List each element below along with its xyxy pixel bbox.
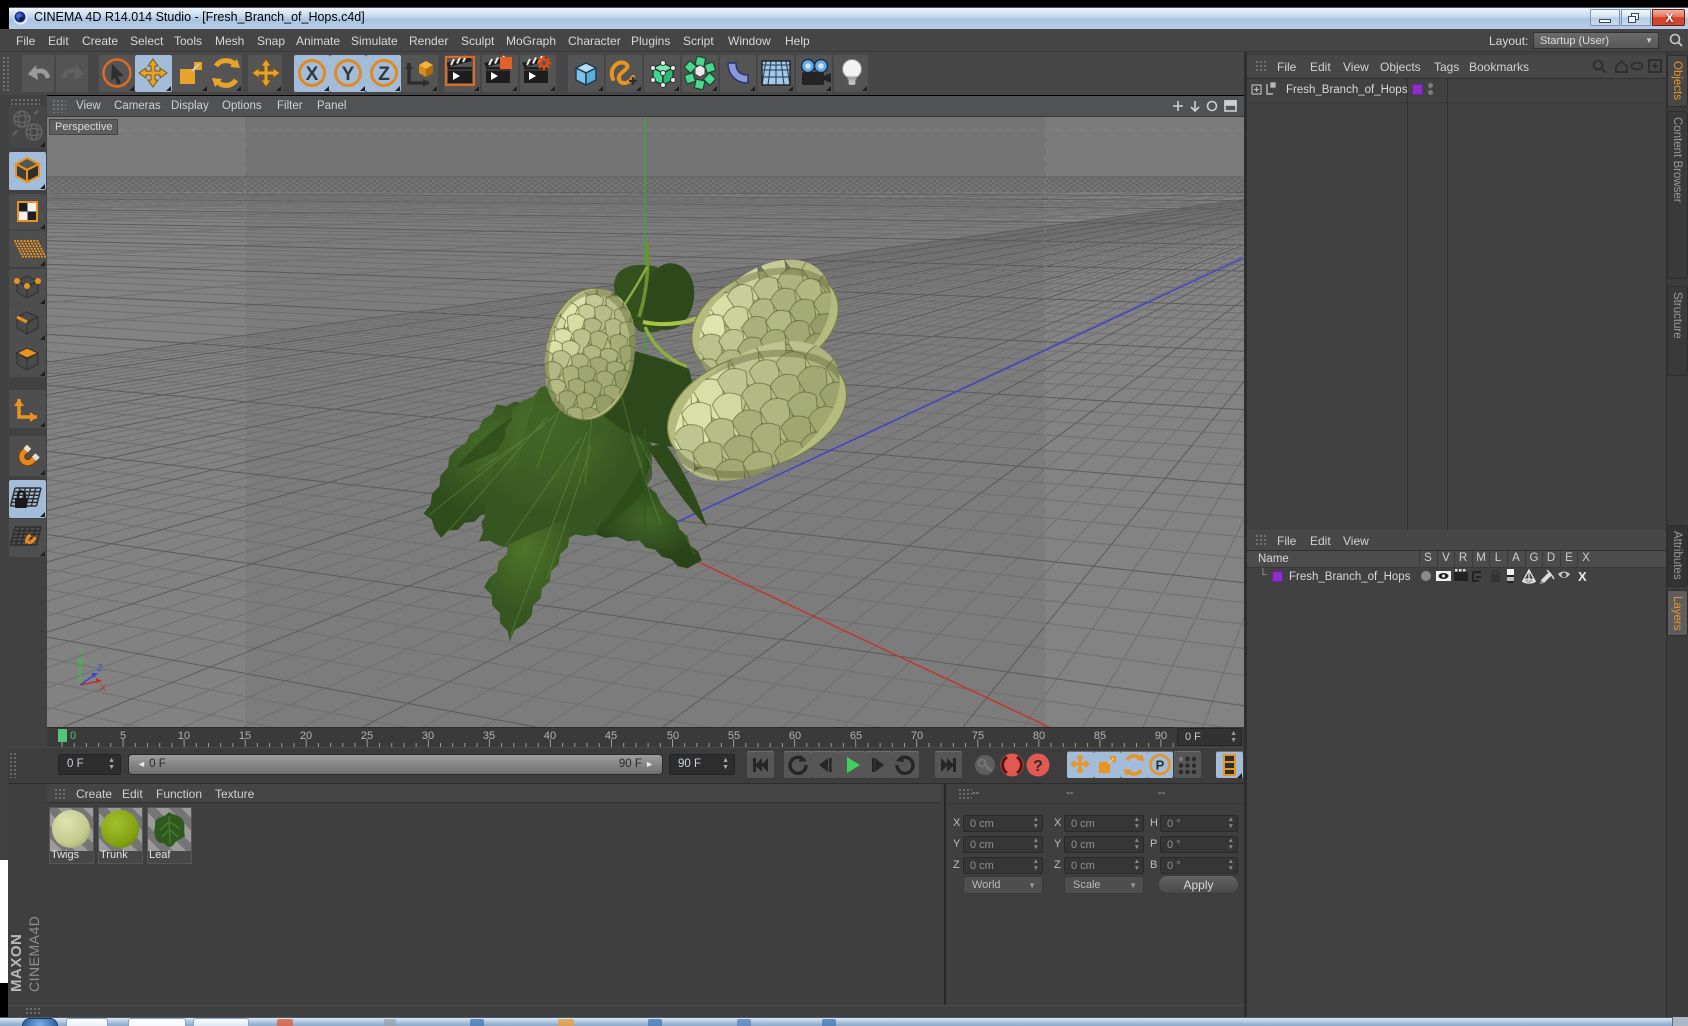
svg-text:0: 0: [70, 730, 76, 742]
svg-text:?: ?: [1033, 758, 1043, 775]
svg-text:X: X: [1578, 569, 1587, 584]
svg-text:P: P: [1156, 758, 1165, 773]
svg-text:X: X: [100, 683, 106, 693]
svg-text:Y: Y: [342, 64, 355, 85]
svg-text:Z: Z: [378, 64, 390, 85]
svg-text:Z: Z: [97, 663, 103, 673]
svg-text:Y: Y: [78, 647, 84, 657]
svg-text:X: X: [306, 64, 319, 85]
